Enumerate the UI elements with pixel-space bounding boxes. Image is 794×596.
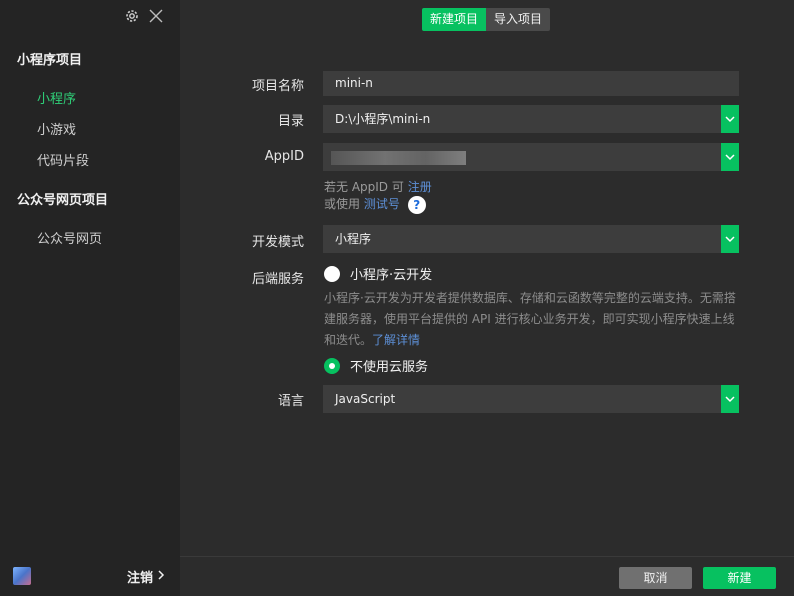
directory-dropdown-button[interactable] bbox=[721, 105, 739, 133]
appid-masked-value bbox=[331, 151, 466, 165]
appid-hint-test: 或使用 测试号 ? bbox=[324, 195, 426, 214]
radio-no-cloud[interactable]: 不使用云服务 bbox=[324, 356, 428, 375]
radio-cloud-dev[interactable]: 小程序·云开发 bbox=[324, 264, 432, 283]
radio-button-no-cloud[interactable] bbox=[324, 357, 340, 374]
test-account-link[interactable]: 测试号 bbox=[364, 197, 400, 211]
close-icon[interactable] bbox=[148, 8, 164, 24]
sidebar-item-miniprogram[interactable]: 小程序 bbox=[37, 88, 76, 107]
chevron-right-icon bbox=[157, 569, 165, 584]
chevron-down-icon bbox=[725, 235, 735, 242]
radio-cloud-label: 小程序·云开发 bbox=[350, 268, 433, 283]
sidebar-item-minigame[interactable]: 小游戏 bbox=[37, 119, 76, 138]
section-title-miniprogram: 小程序项目 bbox=[17, 53, 83, 68]
appid-hint-register: 若无 AppID 可 注册 bbox=[324, 178, 432, 195]
appid-hint2-text: 或使用 bbox=[324, 197, 361, 211]
help-icon[interactable]: ? bbox=[407, 195, 426, 214]
directory-select[interactable]: D:\小程序\mini-n bbox=[323, 105, 739, 133]
tab-import-project[interactable]: 导入项目 bbox=[486, 8, 551, 31]
cloud-desc-line1: 小程序·云开发为开发者提供数据库、存储和云函数等完整的云端支持。无需搭 bbox=[324, 291, 736, 305]
language-select[interactable]: JavaScript bbox=[323, 385, 739, 413]
learn-more-link[interactable]: 了解详情 bbox=[372, 333, 420, 347]
cloud-desc-line3-text: 和迭代。 bbox=[324, 333, 373, 347]
sidebar-item-official-web[interactable]: 公众号网页 bbox=[37, 228, 102, 247]
directory-value: D:\小程序\mini-n bbox=[335, 112, 431, 126]
cancel-button[interactable]: 取消 bbox=[619, 567, 692, 589]
dev-mode-select[interactable]: 小程序 bbox=[323, 225, 739, 253]
tab-new-project[interactable]: 新建项目 bbox=[422, 8, 487, 31]
sidebar-item-code-snippet[interactable]: 代码片段 bbox=[37, 150, 89, 169]
sidebar-top-icons bbox=[124, 8, 164, 24]
appid-hint-text: 若无 AppID 可 bbox=[324, 180, 404, 194]
register-link[interactable]: 注册 bbox=[408, 180, 432, 194]
chevron-down-icon bbox=[725, 153, 735, 160]
sidebar-footer: 注销 bbox=[0, 556, 180, 596]
project-name-label: 项目名称 bbox=[251, 79, 304, 94]
backend-label: 后端服务 bbox=[251, 272, 304, 287]
logout-button[interactable]: 注销 bbox=[127, 567, 165, 586]
appid-label: AppID bbox=[264, 149, 304, 164]
dev-mode-label: 开发模式 bbox=[251, 235, 304, 250]
gear-icon[interactable] bbox=[124, 8, 140, 24]
create-button[interactable]: 新建 bbox=[703, 567, 776, 589]
cloud-desc-line2: 建服务器，使用平台提供的 API 进行核心业务开发，即可实现小程序快速上线 bbox=[324, 312, 735, 326]
appid-dropdown-button[interactable] bbox=[721, 143, 739, 171]
cloud-dev-description: 小程序·云开发为开发者提供数据库、存储和云函数等完整的云端支持。无需搭 建服务器… bbox=[324, 288, 744, 351]
dev-mode-dropdown-button[interactable] bbox=[721, 225, 739, 253]
avatar[interactable] bbox=[13, 567, 31, 585]
radio-button-cloud[interactable] bbox=[324, 265, 340, 282]
project-name-input[interactable]: mini-n bbox=[323, 71, 739, 96]
cloud-desc-line3: 和迭代。了解详情 bbox=[324, 330, 744, 351]
language-value: JavaScript bbox=[335, 392, 396, 406]
footer-bar: 取消 新建 bbox=[180, 556, 794, 596]
language-dropdown-button[interactable] bbox=[721, 385, 739, 413]
language-label: 语言 bbox=[277, 394, 304, 409]
project-tabs: 新建项目 导入项目 bbox=[422, 8, 551, 31]
directory-label: 目录 bbox=[277, 114, 304, 129]
section-title-official-account: 公众号网页项目 bbox=[17, 193, 109, 208]
appid-select[interactable] bbox=[323, 143, 739, 171]
chevron-down-icon bbox=[725, 115, 735, 122]
logout-label: 注销 bbox=[126, 571, 153, 586]
chevron-down-icon bbox=[725, 395, 735, 402]
radio-no-cloud-label: 不使用云服务 bbox=[350, 360, 429, 375]
dev-mode-value: 小程序 bbox=[335, 232, 372, 246]
sidebar: 小程序项目 小程序 小游戏 代码片段 公众号网页项目 公众号网页 注销 bbox=[0, 0, 180, 596]
